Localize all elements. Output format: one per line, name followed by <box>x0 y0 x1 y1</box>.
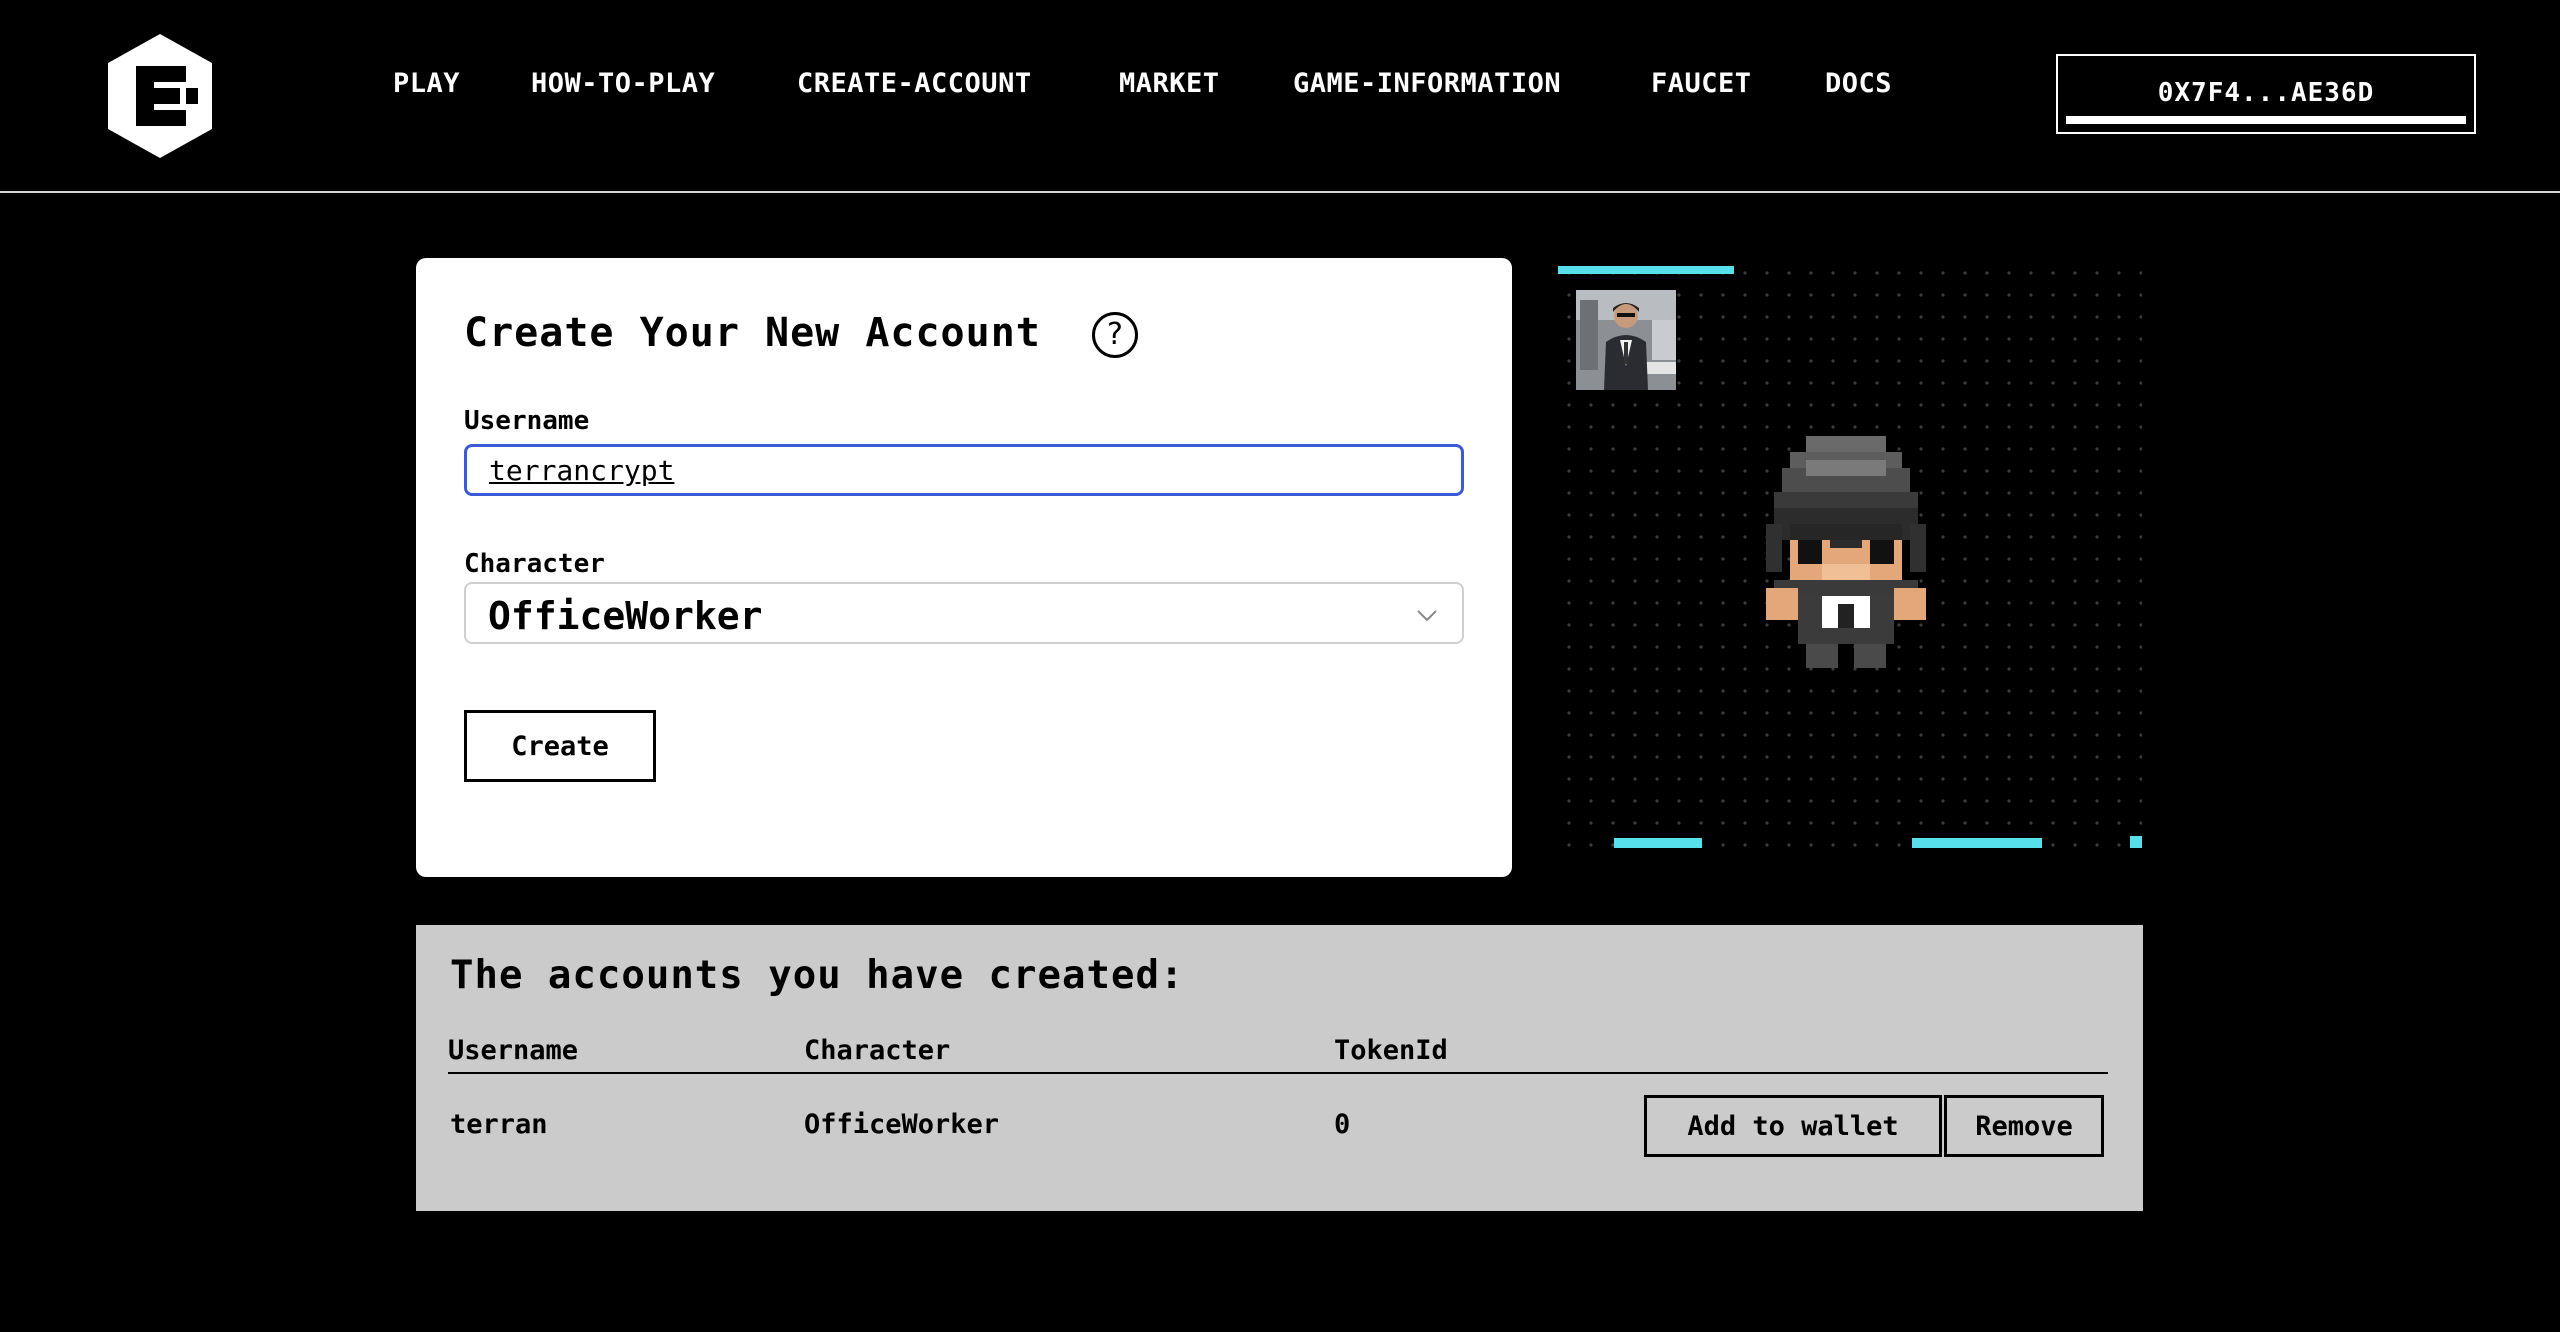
remove-button[interactable]: Remove <box>1944 1095 2104 1157</box>
nav-play[interactable]: PLAY <box>393 68 460 99</box>
character-label: Character <box>464 549 605 579</box>
nav-faucet[interactable]: FAUCET <box>1651 68 1752 99</box>
wallet-address: 0X7F4...AE36D <box>2157 78 2375 108</box>
column-header-username: Username <box>448 1035 579 1066</box>
character-select[interactable]: OfficeWorker <box>464 582 1464 644</box>
logo-icon[interactable] <box>102 30 218 162</box>
nav-market[interactable]: MARKET <box>1119 68 1220 99</box>
nav-how-to-play[interactable]: HOW-TO-PLAY <box>531 68 715 99</box>
cell-token-id: 0 <box>1334 1109 1351 1140</box>
character-portrait <box>1576 290 1676 390</box>
username-label: Username <box>464 406 590 436</box>
question-circle-icon[interactable]: ? <box>1092 312 1138 358</box>
chevron-down-icon <box>1417 610 1437 622</box>
character-select-value: OfficeWorker <box>488 594 763 638</box>
create-account-title: Create Your New Account <box>464 310 1041 356</box>
accent-bar <box>1558 266 1734 274</box>
accent-bar <box>1912 838 2042 848</box>
add-to-wallet-button[interactable]: Add to wallet <box>1644 1095 1942 1157</box>
nav-docs[interactable]: DOCS <box>1825 68 1892 99</box>
wallet-underline <box>2066 116 2466 124</box>
cell-username: terran <box>450 1109 548 1140</box>
character-preview <box>1558 262 2142 852</box>
accounts-table: The accounts you have created: Username … <box>416 925 2143 1211</box>
create-button[interactable]: Create <box>464 710 656 782</box>
character-sprite <box>1766 436 1926 668</box>
nav-game-information[interactable]: GAME-INFORMATION <box>1293 68 1561 99</box>
column-header-tokenid: TokenId <box>1334 1035 1448 1066</box>
accent-bar <box>1614 838 1702 848</box>
create-account-card: Create Your New Account ? Username Chara… <box>416 258 1512 877</box>
wallet-button[interactable]: 0X7F4...AE36D <box>2056 54 2476 134</box>
site-header: PLAY HOW-TO-PLAY CREATE-ACCOUNT MARKET G… <box>0 0 2560 192</box>
accent-bar <box>2130 836 2142 848</box>
column-header-character: Character <box>804 1035 951 1066</box>
table-divider <box>448 1072 2108 1074</box>
nav-create-account[interactable]: CREATE-ACCOUNT <box>797 68 1032 99</box>
accounts-title: The accounts you have created: <box>450 953 1185 998</box>
username-input[interactable] <box>464 444 1464 496</box>
header-divider <box>0 191 2560 193</box>
cell-character: OfficeWorker <box>804 1109 1000 1140</box>
